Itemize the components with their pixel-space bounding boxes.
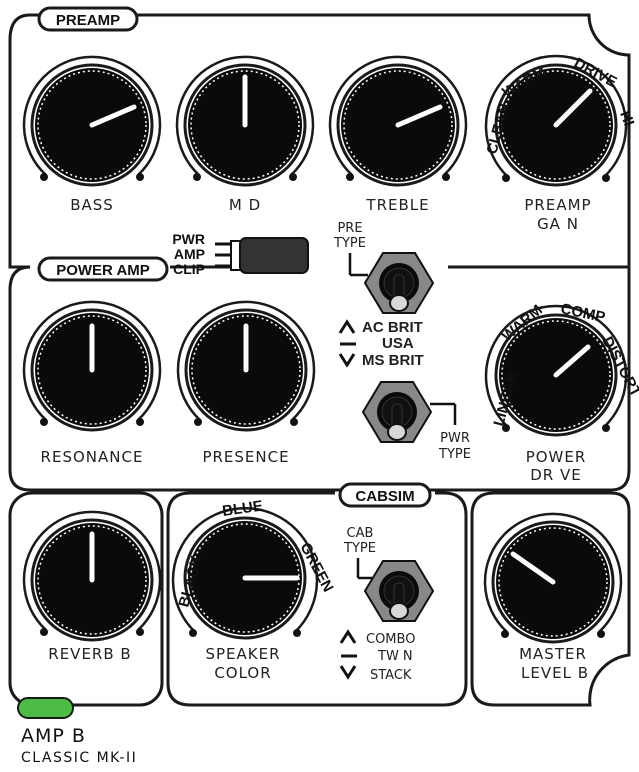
svg-text:PRE: PRE — [337, 221, 362, 236]
resonance-knob[interactable] — [22, 300, 162, 432]
mid-label: M D — [229, 196, 261, 214]
svg-text:CAB: CAB — [347, 526, 374, 541]
resonance-label: RESONANCE — [41, 448, 144, 466]
pwr-type-label: PWR TYPE — [430, 402, 471, 462]
power-drive-label-2: DR VE — [530, 466, 581, 484]
svg-text:COMBO: COMBO — [366, 632, 415, 647]
pre-type-toggle[interactable] — [364, 252, 434, 314]
speaker-color-label-1: SPEAKER — [205, 645, 280, 663]
svg-text:CLIP: CLIP — [173, 261, 205, 277]
svg-text:TYPE: TYPE — [343, 541, 376, 556]
reverb-knob[interactable] — [22, 510, 162, 642]
svg-text:PREAMP: PREAMP — [56, 12, 120, 29]
power-drive-label-1: POWER — [526, 448, 587, 466]
preamp-tag: PREAMP — [37, 6, 139, 32]
amp-b-status-led — [17, 697, 74, 719]
preamp-gain-label-1: PREAMP — [524, 196, 591, 214]
cab-type-label: CAB TYPE — [343, 526, 376, 580]
amp-subtitle: CLASSIC MK-II — [21, 750, 138, 766]
amp-panel: PREAMP POWER AMP CABSIM BASS M D TREBLE … — [8, 6, 639, 707]
bass-label: BASS — [70, 196, 114, 214]
preamp-gain-label-2: GA N — [537, 215, 579, 233]
master-level-label-2: LEVEL B — [521, 664, 589, 682]
cab-type-toggle[interactable] — [364, 560, 434, 622]
color-scale-blue: BLUE — [221, 497, 264, 520]
pwr-type-toggle[interactable] — [362, 381, 432, 443]
svg-text:POWER AMP: POWER AMP — [56, 262, 150, 279]
pwr-type-positions: AC BRIT USA MS BRIT — [338, 319, 424, 369]
svg-text:PWR: PWR — [440, 431, 470, 446]
svg-text:TW N: TW N — [377, 649, 413, 664]
svg-text:USA: USA — [382, 335, 414, 352]
amp-title: AMP B — [21, 725, 86, 747]
treble-label: TREBLE — [365, 196, 429, 214]
svg-text:PWR: PWR — [172, 231, 205, 247]
cabsim-tag: CABSIM — [338, 482, 432, 508]
reverb-label: REVERB B — [48, 645, 131, 663]
speaker-color-label-2: COLOR — [214, 664, 271, 682]
master-level-knob[interactable] — [483, 512, 623, 644]
presence-knob[interactable] — [176, 300, 316, 432]
cab-type-positions: COMBO TW N STACK — [339, 629, 415, 683]
svg-text:STACK: STACK — [370, 668, 412, 683]
pwr-amp-clip-indicator: PWR AMP CLIP — [172, 231, 309, 277]
svg-text:TYPE: TYPE — [333, 236, 366, 251]
mid-knob[interactable] — [175, 55, 315, 187]
power-amp-tag: POWER AMP — [37, 256, 169, 282]
svg-text:AMP: AMP — [174, 246, 205, 262]
treble-knob[interactable] — [328, 55, 468, 187]
svg-text:CABSIM: CABSIM — [355, 488, 414, 505]
bass-knob[interactable] — [22, 55, 162, 187]
pre-type-label: PRE TYPE — [333, 221, 368, 277]
svg-text:AC BRIT: AC BRIT — [362, 319, 423, 336]
svg-text:TYPE: TYPE — [438, 447, 471, 462]
presence-label: PRESENCE — [202, 448, 289, 466]
gain-scale-hi: HI — [616, 109, 637, 129]
svg-text:MS BRIT: MS BRIT — [362, 352, 424, 369]
master-level-label-1: MASTER — [519, 645, 587, 663]
